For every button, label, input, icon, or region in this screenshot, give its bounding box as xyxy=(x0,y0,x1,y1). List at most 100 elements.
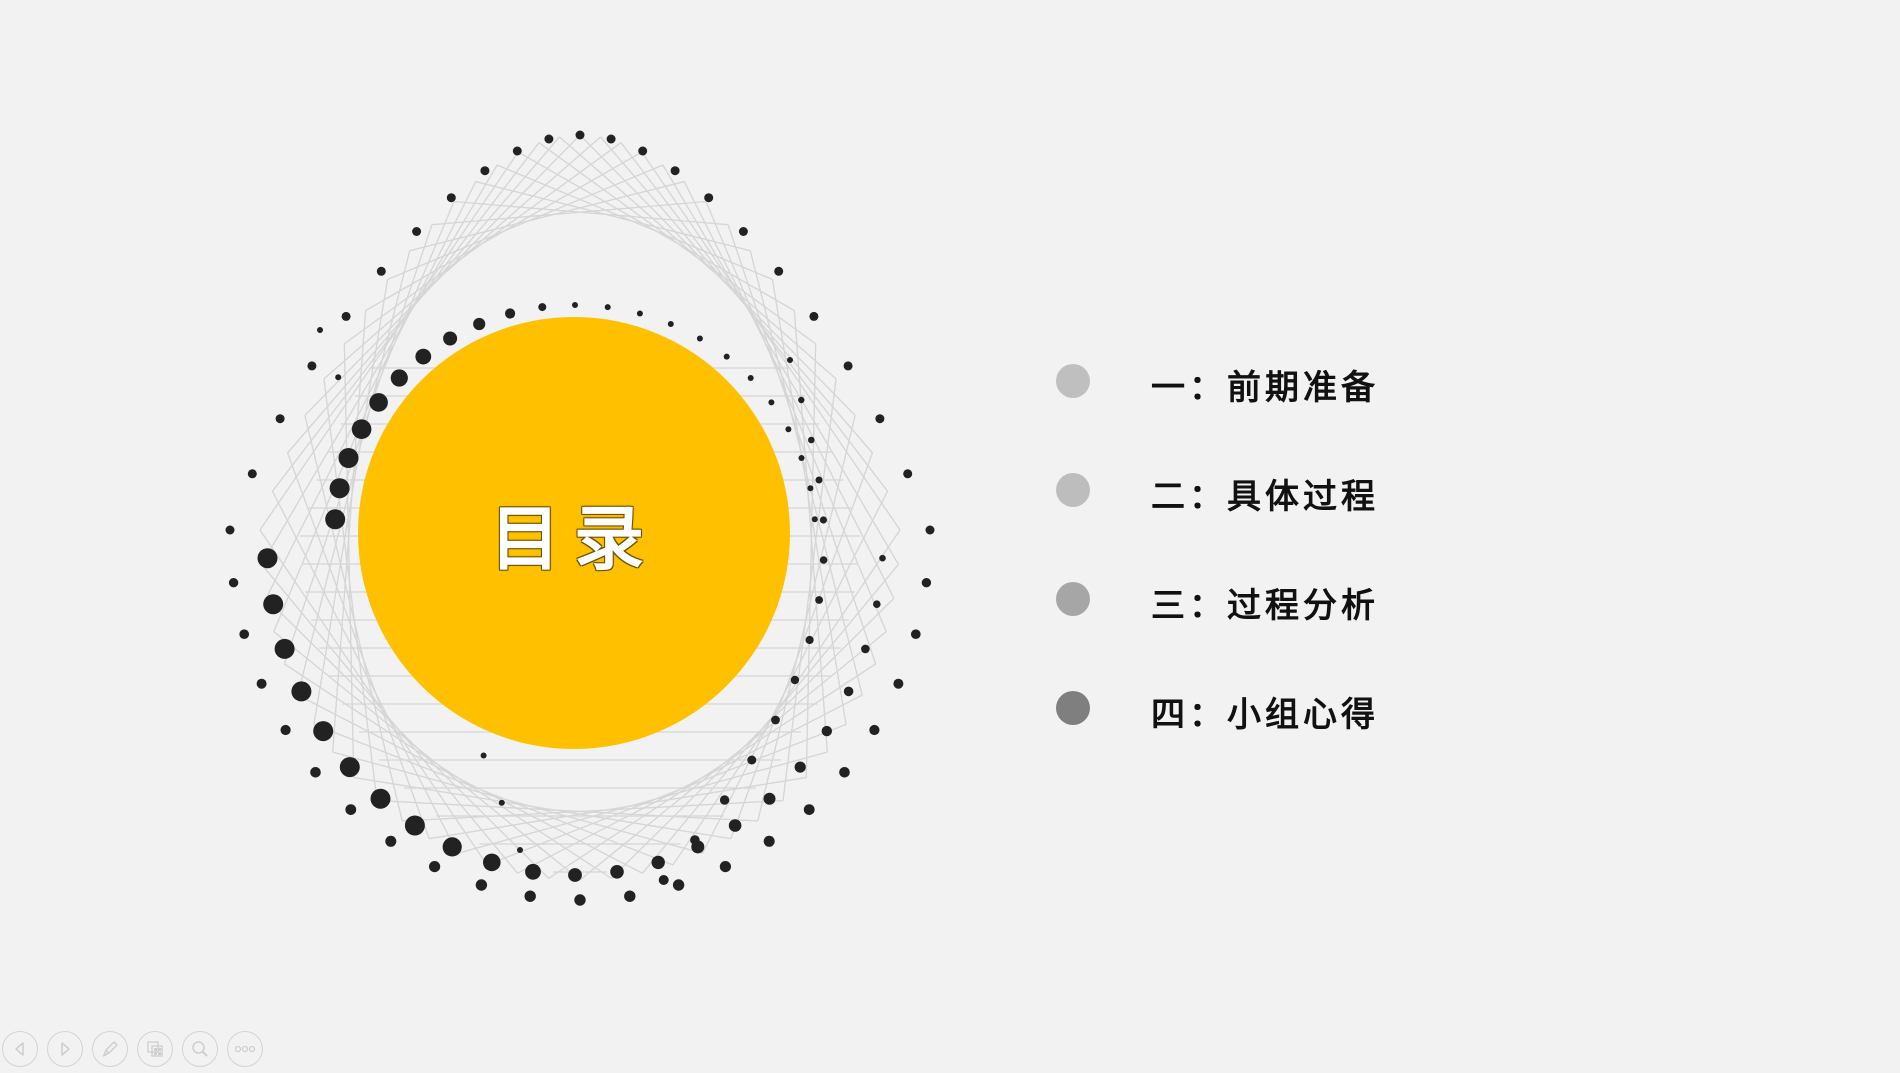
inner-dot xyxy=(415,348,432,365)
outer-dot xyxy=(310,767,321,778)
outer-dot xyxy=(839,767,850,778)
inner-dot xyxy=(821,725,832,737)
outer-dot xyxy=(670,166,680,176)
outer-dot xyxy=(225,525,235,535)
scatter-dot xyxy=(719,795,730,805)
scatter-dot xyxy=(819,516,828,524)
outer-dot xyxy=(843,361,853,371)
outer-dot xyxy=(925,525,935,535)
outer-dot xyxy=(475,879,488,891)
outer-dot xyxy=(480,166,490,176)
scatter-dot xyxy=(317,327,323,333)
scatter-dot xyxy=(335,374,342,381)
outer-dot xyxy=(903,469,913,479)
outer-dot xyxy=(280,724,291,736)
inner-dot xyxy=(370,788,391,809)
scatter-dot xyxy=(498,799,505,806)
mesh-line xyxy=(805,343,817,778)
outer-dot xyxy=(875,414,885,424)
slides-overview-button[interactable] xyxy=(137,1031,173,1067)
outer-dot xyxy=(809,311,819,321)
outer-dot xyxy=(921,578,932,588)
inner-dot xyxy=(879,554,886,562)
inner-dot xyxy=(861,644,870,654)
scatter-dot xyxy=(798,396,805,404)
inner-dot xyxy=(610,865,624,879)
mesh-line xyxy=(365,151,643,312)
outer-dot xyxy=(341,311,351,321)
scatter-dot xyxy=(690,835,700,845)
outer-dot xyxy=(774,266,784,276)
inner-dot xyxy=(338,448,359,468)
outer-dot xyxy=(385,835,397,847)
agenda-bullet-1 xyxy=(1056,364,1090,398)
previous-arrow-icon xyxy=(15,1042,24,1056)
agenda-bullet-4 xyxy=(1056,691,1090,725)
inner-dot xyxy=(763,792,776,805)
outer-dot xyxy=(512,146,522,156)
accent-circle xyxy=(358,317,790,749)
agenda-item-4[interactable]: 四：小组心得 xyxy=(1056,679,1516,739)
inner-dot xyxy=(636,310,643,317)
scatter-dot xyxy=(480,752,487,759)
outer-dot xyxy=(524,890,536,902)
outer-dot xyxy=(672,879,685,891)
inner-dot xyxy=(811,516,818,523)
inner-dot xyxy=(728,819,742,832)
inner-dot xyxy=(843,686,854,697)
mesh-line xyxy=(475,181,751,252)
outer-dot xyxy=(412,227,422,236)
inner-dot xyxy=(325,509,346,530)
inner-dot xyxy=(257,548,278,569)
agenda-item-2[interactable]: 二：具体过程 xyxy=(1056,461,1516,521)
outer-dot xyxy=(345,804,357,815)
inner-dot xyxy=(651,855,665,870)
outer-dot xyxy=(606,134,616,144)
more-options-button[interactable] xyxy=(227,1031,263,1067)
outer-dot xyxy=(446,193,456,203)
scatter-dot xyxy=(819,556,828,564)
inner-dot xyxy=(696,335,703,342)
outer-dot xyxy=(719,861,732,873)
inner-dot xyxy=(723,353,730,360)
agenda-label-3: 三：过程分析 xyxy=(1151,586,1379,626)
agenda-bullet-3 xyxy=(1056,582,1090,616)
inner-dot xyxy=(538,303,547,312)
outer-dot xyxy=(575,130,585,140)
inner-dot xyxy=(390,369,408,387)
zoom-icon xyxy=(192,1041,208,1057)
previous-slide-button[interactable] xyxy=(2,1031,38,1067)
outer-dot xyxy=(869,724,880,736)
inner-dot xyxy=(442,837,462,857)
outer-dot xyxy=(574,894,586,906)
slides-grid-icon xyxy=(147,1041,163,1057)
outer-dot xyxy=(704,193,714,203)
agenda-item-3[interactable]: 三：过程分析 xyxy=(1056,570,1516,630)
outer-dot xyxy=(247,469,257,479)
pen-tool-button[interactable] xyxy=(92,1031,128,1067)
agenda-item-1[interactable]: 一：前期准备 xyxy=(1056,352,1516,412)
inner-dot xyxy=(768,399,775,406)
next-arrow-icon xyxy=(61,1042,70,1056)
outer-dot xyxy=(239,629,249,639)
outer-dot xyxy=(429,861,441,873)
scatter-dot xyxy=(808,436,815,444)
inner-dot xyxy=(339,757,360,778)
inner-dot xyxy=(291,681,312,702)
slideshow-toolbar xyxy=(2,1031,263,1069)
inner-dot xyxy=(505,308,516,319)
inner-dot xyxy=(329,478,350,499)
more-options-icon xyxy=(234,1045,256,1053)
scatter-dot xyxy=(658,875,669,885)
mesh-line xyxy=(409,181,685,252)
zoom-button[interactable] xyxy=(182,1031,218,1067)
inner-dot xyxy=(667,321,674,327)
scatter-dot xyxy=(790,675,800,685)
scatter-dot xyxy=(747,755,757,765)
inner-dot xyxy=(568,868,582,882)
outer-dot xyxy=(638,146,648,156)
scatter-dot xyxy=(517,847,523,853)
next-slide-button[interactable] xyxy=(47,1031,83,1067)
outer-dot xyxy=(228,578,239,588)
pen-icon xyxy=(102,1041,118,1057)
